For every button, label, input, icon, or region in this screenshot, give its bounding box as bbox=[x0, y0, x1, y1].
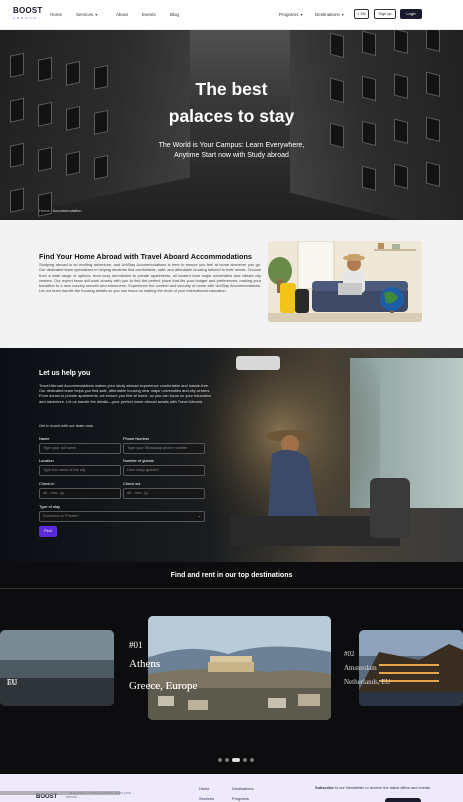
traveler-photo bbox=[268, 241, 422, 322]
chevron-down-icon: ▾ bbox=[95, 12, 98, 17]
stay-type-value: Dormitory or Private? bbox=[43, 514, 79, 518]
guests-input[interactable]: How many guests? bbox=[123, 465, 205, 476]
nav-services-label: Services bbox=[76, 12, 94, 17]
athens-photo bbox=[148, 616, 331, 720]
name-input[interactable]: Type your full name bbox=[39, 443, 121, 454]
logo-main-text: BOOST bbox=[13, 6, 43, 15]
destination-city-amsterdam: Amsterdam bbox=[344, 664, 377, 672]
destination-number-amsterdam: #02 bbox=[344, 650, 355, 658]
nav-destinations-label: Destinations bbox=[315, 12, 340, 17]
chevron-down-icon: ⌄ bbox=[197, 514, 201, 518]
newsletter-bold: Subscribe bbox=[315, 785, 334, 790]
chevron-down-icon: ▾ bbox=[300, 12, 303, 17]
newsletter-text: Subscribe to our Newsletter to receive t… bbox=[315, 785, 435, 790]
carousel-dot-active[interactable] bbox=[232, 758, 240, 762]
destinations-title: Find and rent in our top destinations bbox=[170, 572, 293, 579]
nav-about[interactable]: About bbox=[116, 12, 128, 17]
nav-destinations[interactable]: Destinations ▾ bbox=[315, 12, 344, 17]
newsletter-rest: to our Newsletter to receive the latest … bbox=[333, 785, 430, 790]
help-cta-text: Get in touch with our team now. bbox=[39, 423, 94, 428]
logo[interactable]: BOOST ABROAD bbox=[13, 6, 43, 24]
about-paragraph: Studying abroad is an exciting adventure… bbox=[39, 262, 261, 294]
window-lounge-photo bbox=[180, 348, 463, 562]
destination-card-athens[interactable]: #01 Athens Greece, Europe bbox=[148, 616, 331, 720]
stay-type-label: Type of stay bbox=[39, 504, 60, 509]
checkin-input[interactable]: dd - mm - yy bbox=[39, 488, 121, 499]
nav-programs-label: Programs bbox=[279, 12, 299, 17]
help-title: Let us help you bbox=[39, 370, 91, 377]
destination-region-amsterdam: Netherlands, EU bbox=[344, 678, 391, 686]
breadcrumb-home[interactable]: Home bbox=[39, 208, 50, 213]
checkout-input[interactable]: dd - mm - yy bbox=[123, 488, 205, 499]
footer-scrollbar bbox=[0, 791, 120, 795]
carousel-pagination bbox=[218, 758, 254, 762]
destination-region-athens: Greece, Europe bbox=[129, 680, 198, 692]
destination-region-left: EU bbox=[7, 678, 17, 686]
language-selector[interactable]: ◐ EN bbox=[354, 9, 369, 19]
find-button[interactable]: Find bbox=[39, 526, 57, 537]
language-label: EN bbox=[360, 12, 366, 16]
destination-photo bbox=[0, 630, 114, 706]
guests-label: Number of guests bbox=[123, 458, 154, 463]
stay-type-select[interactable]: Dormitory or Private? ⌄ bbox=[39, 511, 205, 522]
help-section bbox=[0, 348, 463, 562]
name-label: Name bbox=[39, 436, 50, 441]
nav-services[interactable]: Services ▾ bbox=[76, 12, 97, 17]
hero-title-line1: The best bbox=[195, 79, 268, 99]
location-input[interactable]: Type the name of the city bbox=[39, 465, 121, 476]
about-title: Find Your Home Abroad with Travel Aboard… bbox=[39, 252, 252, 261]
carousel-dot[interactable] bbox=[225, 758, 229, 762]
site-header: BOOST ABROAD Home Services ▾ About Events… bbox=[0, 0, 463, 30]
login-button[interactable]: Login bbox=[400, 9, 422, 19]
destination-number-athens: #01 bbox=[129, 640, 143, 650]
nav-home[interactable]: Home bbox=[50, 12, 62, 17]
footer-link-home[interactable]: Home bbox=[199, 786, 209, 791]
checkout-label: Check out bbox=[123, 481, 141, 486]
phone-label: Phone Number bbox=[123, 436, 150, 441]
hero-title-line2: palaces to stay bbox=[168, 106, 295, 126]
footer-link-programs[interactable]: Programs bbox=[232, 796, 249, 801]
carousel-dot[interactable] bbox=[218, 758, 222, 762]
carousel-dot[interactable] bbox=[243, 758, 247, 762]
logo-sub-text: ABROAD bbox=[13, 16, 38, 20]
nav-programs[interactable]: Programs ▾ bbox=[279, 12, 303, 17]
destination-card-0[interactable]: EU bbox=[0, 630, 114, 706]
footer-link-destinations[interactable]: Destinations bbox=[232, 786, 253, 791]
nav-blog[interactable]: Blog bbox=[170, 12, 179, 17]
help-paragraph: Travel Abroad Accommodations makes your … bbox=[39, 383, 211, 404]
destination-city-athens: Athens bbox=[129, 658, 161, 670]
newsletter-subscribe-button[interactable] bbox=[385, 798, 421, 802]
location-label: Location bbox=[39, 458, 54, 463]
breadcrumb-current: Accommodation bbox=[52, 208, 82, 213]
footer-link-services[interactable]: Services bbox=[199, 796, 214, 801]
breadcrumb-separator: / bbox=[50, 208, 52, 213]
chevron-down-icon: ▾ bbox=[341, 12, 344, 17]
hero-subtitle-line1: The World is Your Campus: Learn Everywhe… bbox=[158, 142, 305, 149]
globe-icon: ◐ bbox=[357, 12, 360, 16]
checkin-label: Check-in bbox=[39, 481, 55, 486]
carousel-dot[interactable] bbox=[250, 758, 254, 762]
traveler-illustration bbox=[268, 241, 422, 322]
nav-events[interactable]: Events bbox=[142, 12, 156, 17]
phone-input[interactable]: Type your Whatsapp phone number bbox=[123, 443, 205, 454]
breadcrumb: Home / Accommodation bbox=[39, 208, 82, 213]
hero-subtitle-line2: Anytime Start now with Study abroad bbox=[174, 152, 289, 159]
signup-button[interactable]: Sign up bbox=[374, 9, 396, 19]
